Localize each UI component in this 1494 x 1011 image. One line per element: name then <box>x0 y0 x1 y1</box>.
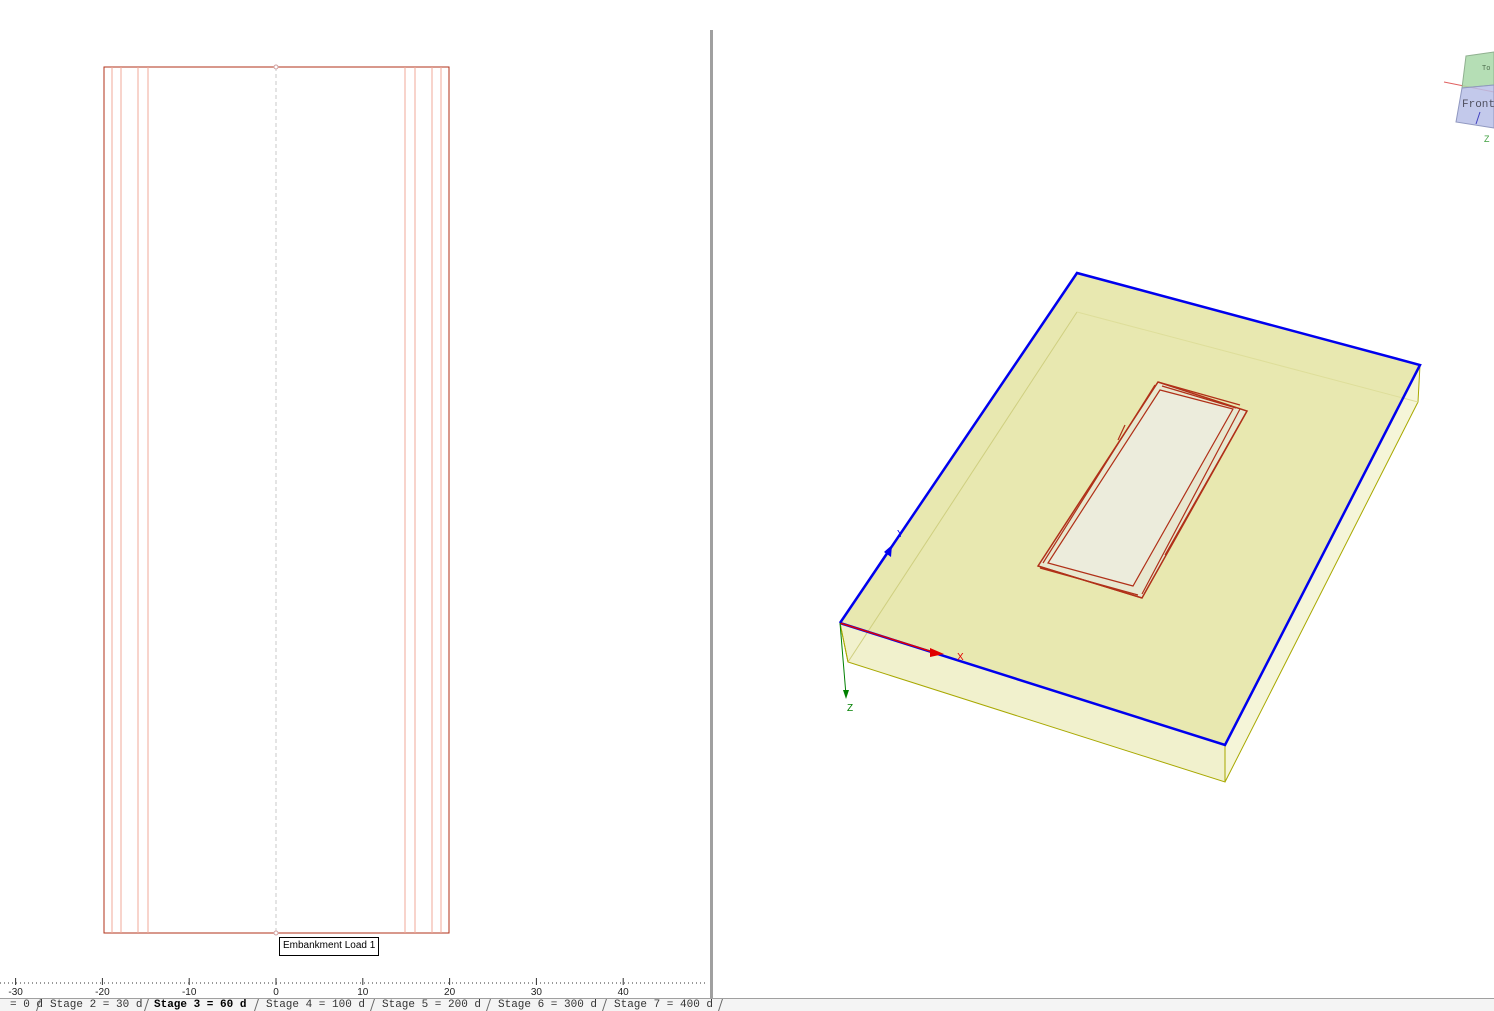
nav-cube-z-label: Z <box>1484 134 1490 144</box>
ruler-tick-label: 30 <box>531 987 543 998</box>
stage-tab-separator <box>144 999 149 1011</box>
ruler-tick-label: -20 <box>95 987 110 998</box>
stage-tab[interactable]: Stage 7 = 400 d <box>614 1000 713 1011</box>
nav-cube-top-label: To <box>1482 65 1490 73</box>
center-point-top[interactable] <box>273 64 279 70</box>
stage-tab-separator <box>602 999 607 1011</box>
3d-model-drawing: X Y Z Front To Z <box>838 51 1494 783</box>
stage-tab-separator <box>254 999 259 1011</box>
plan-view-drawing: -30 -20 -10 0 10 20 30 40 <box>0 64 705 998</box>
ruler-tick-label: 40 <box>618 987 630 998</box>
navigation-cube[interactable]: Front To Z <box>1443 51 1494 144</box>
nav-cube-front-label: Front <box>1462 99 1494 111</box>
stage-tab[interactable]: Stage 5 = 200 d <box>382 1000 481 1011</box>
ruler-tick-label: -30 <box>8 987 23 998</box>
stage-tab-bar: = 0 d Stage 2 = 30 d Stage 3 = 60 d Stage 4… <box>0 998 1494 1011</box>
ruler-tick-label: 10 <box>357 987 369 998</box>
ruler-tick-label: 0 <box>273 987 279 998</box>
embankment-load-label[interactable]: Embankment Load 1 <box>279 937 380 956</box>
ruler-tick-label: -10 <box>182 987 197 998</box>
stage-tab-separator <box>370 999 375 1011</box>
axis-z-label: Z <box>847 703 853 714</box>
axis-y-label: Y <box>897 529 904 540</box>
stage-tab-separator <box>486 999 491 1011</box>
stage-tab-separator <box>718 999 723 1011</box>
center-point-bottom[interactable] <box>273 930 279 936</box>
stage-tab[interactable]: Stage 2 = 30 d <box>50 1000 142 1011</box>
stage-tab[interactable]: Stage 3 = 60 d <box>154 1000 246 1011</box>
ruler-tick-label: 20 <box>444 987 456 998</box>
3d-view-canvas[interactable]: X Y Z Front To Z <box>713 0 1494 1000</box>
stage-tab[interactable]: Stage 4 = 100 d <box>266 1000 365 1011</box>
ruler: -30 -20 -10 0 10 20 30 40 <box>0 978 705 998</box>
stage-tab[interactable]: Stage 6 = 300 d <box>498 1000 597 1011</box>
axis-x-label: X <box>957 652 964 663</box>
plan-view-canvas[interactable]: -30 -20 -10 0 10 20 30 40 Embankment Load 1 <box>0 0 710 1000</box>
